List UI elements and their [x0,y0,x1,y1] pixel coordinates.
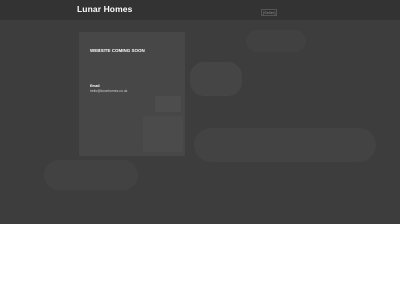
background-shape [246,30,306,52]
email-link[interactable]: hello@lunarhomes.co.uk [90,89,127,93]
coming-soon-card: WEBSITE COMING SOON Email hello@lunarhom… [79,32,185,156]
card-shape [155,96,181,112]
site-header: Lunar Homes [Seller] [0,0,400,20]
background-shape [44,160,138,190]
site-logo[interactable]: Lunar Homes [77,4,132,14]
hero-background: Lunar Homes [Seller] WEBSITE COMING SOON… [0,0,400,224]
email-label: Email [90,84,100,88]
coming-soon-heading: WEBSITE COMING SOON [90,48,145,53]
card-shape [143,116,183,152]
background-shape [190,62,242,96]
seller-link[interactable]: [Seller] [261,9,278,16]
background-shape [194,128,376,162]
